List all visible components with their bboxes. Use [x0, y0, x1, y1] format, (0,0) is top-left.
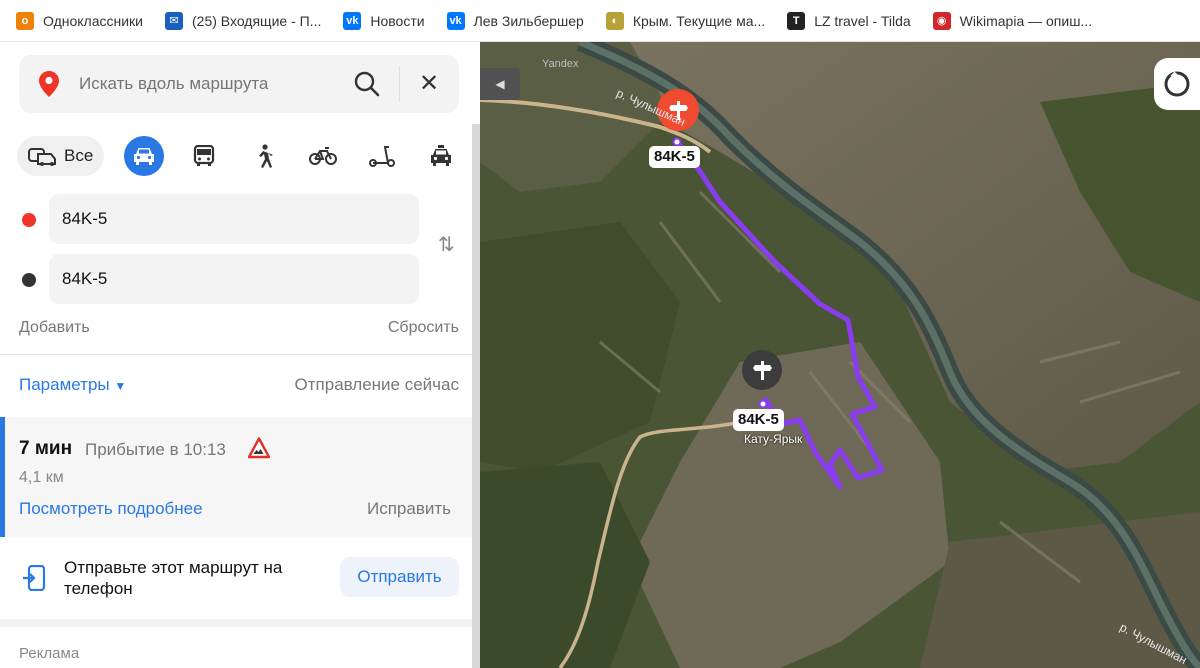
- divider: [0, 354, 472, 355]
- route-option-card[interactable]: 7 мин Прибытие в 10:13 4,1 км Посмотреть…: [0, 417, 472, 537]
- tilda-icon: T: [787, 11, 806, 30]
- end-point-dot: [22, 273, 36, 287]
- bicycle-icon: [309, 147, 337, 165]
- bookmark-label: LZ travel - Tilda: [814, 12, 911, 29]
- satellite-map[interactable]: [480, 42, 1200, 668]
- route-arrival: Прибытие в 10:13: [85, 440, 226, 459]
- route-distance: 4,1 км: [19, 469, 64, 486]
- scooter-icon: [369, 146, 395, 167]
- route-details-link[interactable]: Посмотреть подробнее: [19, 499, 203, 519]
- place-label: Кату-Ярык: [744, 432, 803, 446]
- odnoklassniki-icon: о: [16, 11, 34, 30]
- bookmark-label: Одноклассники: [43, 12, 144, 29]
- mode-all-label: Все: [64, 146, 94, 165]
- end-marker-icon[interactable]: [741, 349, 783, 397]
- reset-button[interactable]: Сбросить: [388, 319, 459, 337]
- bookmark-item[interactable]: vk Лев Зильбершер: [446, 6, 584, 36]
- car-icon: [134, 148, 154, 165]
- mode-all-button[interactable]: Все: [17, 136, 104, 176]
- bookmark-item[interactable]: ◐ Крым. Текущие ма...: [605, 6, 766, 36]
- mode-taxi-button[interactable]: [421, 136, 461, 176]
- bookmark-label: Новости: [370, 12, 425, 29]
- pedestrian-icon: [259, 144, 273, 168]
- ad-label: Реклама: [19, 645, 80, 662]
- bookmark-item[interactable]: о Одноклассники: [16, 6, 143, 36]
- send-to-phone-text: Отправьте этот маршрут на телефон: [64, 558, 283, 598]
- route-fix-link[interactable]: Исправить: [367, 499, 451, 519]
- mode-bicycle-button[interactable]: [303, 136, 343, 176]
- route-panel: ✕ Все: [0, 42, 480, 668]
- swap-points-icon[interactable]: ⇅: [438, 232, 462, 256]
- search-input[interactable]: [79, 55, 339, 113]
- bookmark-item[interactable]: ◉ Wikimapia — опиш...: [932, 6, 1093, 36]
- mode-bus-button[interactable]: [184, 136, 224, 176]
- wikimapia-icon: ◉: [932, 11, 951, 30]
- panel-scrollbar[interactable]: [472, 124, 480, 668]
- location-pin-icon: [39, 71, 59, 97]
- bookmark-label: Лев Зильбершер: [473, 12, 584, 29]
- start-road-label: 84K-5: [649, 146, 700, 168]
- vk-icon: vk: [343, 11, 362, 30]
- send-to-phone-row: Отправьте этот маршрут на телефон Отправ…: [0, 537, 472, 619]
- bookmark-label: Wikimapia — опиш...: [959, 12, 1093, 29]
- mode-pedestrian-button[interactable]: [244, 136, 284, 176]
- route-start-dot: [672, 137, 682, 147]
- close-icon[interactable]: ✕: [417, 70, 441, 98]
- bookmark-label: (25) Входящие - П...: [192, 12, 322, 29]
- params-label: Параметры: [19, 375, 110, 394]
- crimea-icon: ◐: [605, 11, 624, 30]
- alice-icon: [1164, 71, 1190, 97]
- phone-icon: [23, 565, 46, 591]
- route-search-box[interactable]: ✕: [19, 55, 459, 113]
- search-icon[interactable]: [353, 70, 381, 98]
- all-transport-icon: [28, 148, 56, 166]
- end-road-label: 84K-5: [733, 409, 784, 431]
- alice-assistant-button[interactable]: [1154, 58, 1200, 110]
- send-button[interactable]: Отправить: [340, 557, 459, 597]
- mail-icon: ✉: [165, 11, 184, 30]
- road-warning-icon: [248, 437, 270, 459]
- search-separator: [399, 66, 400, 102]
- bus-icon: [193, 145, 215, 166]
- end-point-field[interactable]: 84K-5: [49, 254, 419, 304]
- bookmark-item[interactable]: ✉ (25) Входящие - П...: [165, 6, 321, 36]
- mode-car-button[interactable]: [124, 136, 164, 176]
- map-view[interactable]: 84K-5 84K-5 Кату-Ярык р. Чулышман р. Чул…: [480, 42, 1200, 668]
- route-end-dot: [758, 399, 768, 409]
- transport-modes: Все: [17, 135, 467, 177]
- bookmark-item[interactable]: vk Новости: [343, 6, 425, 36]
- start-point-dot: [22, 213, 36, 227]
- caret-down-icon: ▼: [114, 379, 127, 393]
- vk-icon: vk: [446, 11, 465, 30]
- ad-separator: [0, 619, 472, 627]
- add-point-button[interactable]: Добавить: [19, 319, 90, 337]
- mode-scooter-button[interactable]: [362, 136, 402, 176]
- map-watermark: Yandex: [542, 58, 579, 70]
- departure-time-button[interactable]: Отправление сейчас: [295, 375, 459, 395]
- route-duration: 7 мин: [19, 438, 73, 459]
- bookmark-label: Крым. Текущие ма...: [632, 12, 766, 29]
- bookmarks-bar: о Одноклассники ✉ (25) Входящие - П... vk Нов…: [0, 0, 1200, 42]
- start-point-field[interactable]: 84K-5: [49, 194, 419, 244]
- collapse-panel-button[interactable]: ◀: [480, 68, 520, 100]
- params-dropdown[interactable]: Параметры ▼: [19, 375, 126, 395]
- taxi-icon: [431, 145, 451, 166]
- bookmark-item[interactable]: T LZ travel - Tilda: [787, 6, 911, 36]
